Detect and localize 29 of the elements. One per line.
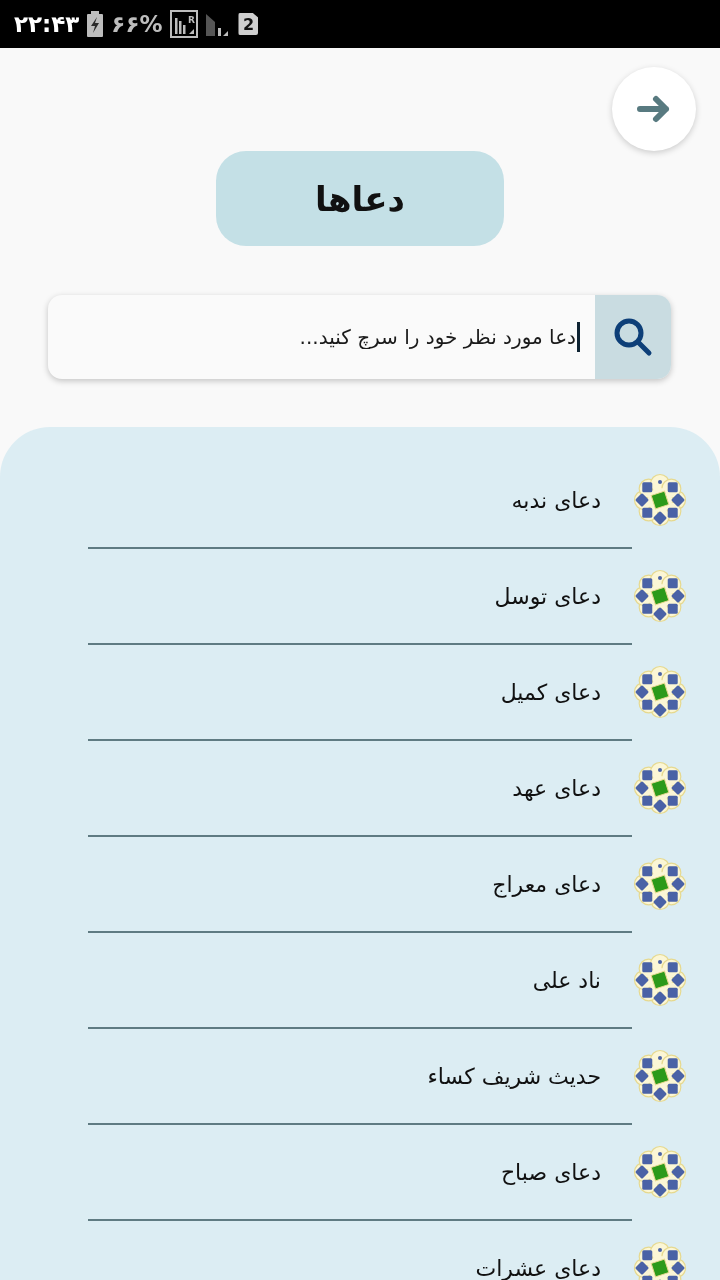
- rosette-icon: [633, 1241, 687, 1280]
- rosette-icon: [633, 473, 687, 527]
- rosette-icon: [633, 1049, 687, 1103]
- list-item[interactable]: دعای ندبه: [511, 487, 601, 513]
- list-item[interactable]: ناد علی: [532, 967, 601, 993]
- signal-icon: [206, 12, 231, 36]
- search-field[interactable]: دعا مورد نظر خود را سرچ کنید...: [48, 317, 576, 357]
- battery-percent: ۶۶%: [111, 12, 163, 36]
- search-icon: [613, 317, 653, 357]
- search-button[interactable]: [595, 295, 671, 379]
- sim-card-label: 2: [238, 13, 259, 35]
- list-item[interactable]: دعای کمیل: [500, 679, 601, 705]
- rosette-icon: [633, 1145, 687, 1199]
- arrow-right-icon: [636, 94, 672, 124]
- rosette-icon: [633, 761, 687, 815]
- list-item[interactable]: دعای صباح: [500, 1159, 601, 1185]
- list-item[interactable]: حدیث شریف کساء: [427, 1063, 601, 1089]
- clock: ۲۲:۴۳: [14, 12, 80, 36]
- list-item[interactable]: دعای معراج: [492, 871, 601, 897]
- signal-roaming-icon: R: [170, 10, 199, 38]
- rosette-icon: [633, 569, 687, 623]
- rosette-icon: [633, 665, 687, 719]
- rosette-icon: [633, 857, 687, 911]
- back-button[interactable]: [612, 67, 696, 151]
- list-item[interactable]: دعای توسل: [494, 583, 601, 609]
- page-title: دعاها: [216, 151, 504, 246]
- rosette-icon: [633, 953, 687, 1007]
- list-item[interactable]: دعای عشرات: [475, 1255, 601, 1280]
- list-item[interactable]: دعای عهد: [512, 775, 601, 801]
